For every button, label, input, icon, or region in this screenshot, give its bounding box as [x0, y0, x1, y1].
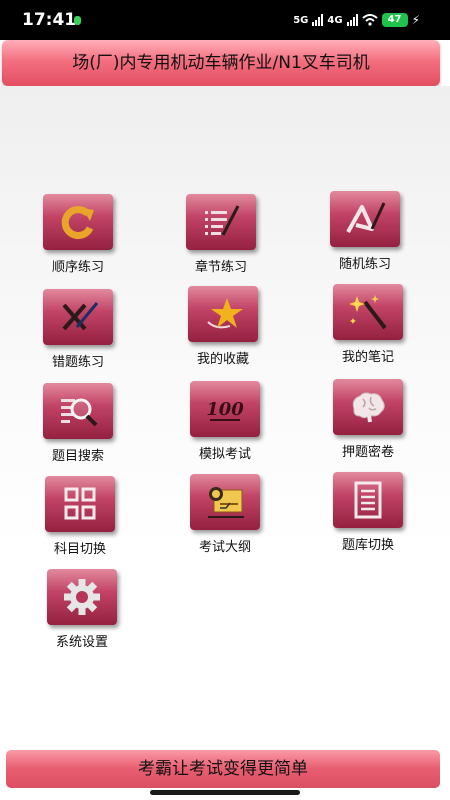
menu-mock-exam[interactable]: 100 模拟考试 — [170, 381, 280, 462]
home-indicator[interactable] — [150, 790, 300, 795]
svg-text:100: 100 — [206, 399, 244, 420]
tile[interactable] — [43, 289, 113, 345]
menu-label: 考试大纲 — [198, 540, 251, 555]
active-call-icon — [74, 16, 81, 25]
menu-switch-subject[interactable]: 科目切换 — [25, 476, 135, 557]
footer-banner: 考霸让考试变得更简单 — [6, 750, 440, 788]
menu-exam-outline[interactable]: 考试大纲 — [170, 474, 280, 555]
status-bar: 17:41 5G 4G 47 ⚡ — [0, 0, 450, 40]
tile[interactable] — [190, 474, 260, 530]
tile[interactable] — [47, 569, 117, 625]
wifi-icon — [361, 14, 378, 26]
magic-wand-icon — [349, 295, 387, 330]
menu-my-notes[interactable]: 我的笔记 — [313, 284, 423, 365]
network-type-2: 4G — [327, 14, 343, 26]
tile[interactable] — [333, 379, 403, 435]
menu-label: 我的笔记 — [341, 350, 394, 365]
random-pen-icon — [346, 202, 386, 233]
menu-label: 章节练习 — [194, 260, 247, 275]
document-list-icon — [354, 481, 382, 519]
grid-icon — [64, 487, 96, 520]
signal-icon-2 — [346, 14, 358, 26]
title-bar: 场(厂)内专用机动车辆作业/N1叉车司机 — [2, 40, 440, 86]
page-title: 场(厂)内专用机动车辆作业/N1叉车司机 — [72, 53, 370, 73]
menu-wrong-questions[interactable]: 错题练习 — [23, 289, 133, 370]
tile[interactable] — [45, 476, 115, 532]
signal-icon — [312, 14, 324, 26]
menu-grid: 顺序练习 章节练习 随机练习 错题练习 我的收藏 我的笔记 题目搜索 100 模… — [0, 86, 450, 750]
tile[interactable] — [333, 472, 403, 528]
tile[interactable] — [43, 383, 113, 439]
search-icon — [61, 398, 98, 427]
menu-random-practice[interactable]: 随机练习 — [310, 191, 420, 272]
tile[interactable] — [186, 194, 256, 250]
gear-icon — [64, 579, 100, 615]
menu-label: 题库切换 — [341, 538, 394, 553]
menu-label: 顺序练习 — [51, 260, 104, 275]
tile[interactable]: 100 — [190, 381, 260, 437]
brain-icon — [352, 392, 385, 423]
tile[interactable] — [188, 286, 258, 342]
menu-chapter-practice[interactable]: 章节练习 — [166, 194, 276, 275]
status-time: 17:41 — [22, 10, 77, 30]
menu-label: 模拟考试 — [198, 447, 251, 462]
menu-my-favorites[interactable]: 我的收藏 — [168, 286, 278, 367]
menu-label: 系统设置 — [55, 635, 108, 650]
menu-switch-question-bank[interactable]: 题库切换 — [313, 472, 423, 553]
network-type-1: 5G — [293, 14, 309, 26]
cross-pen-icon — [62, 302, 99, 331]
menu-label: 我的收藏 — [196, 352, 249, 367]
menu-label: 题目搜索 — [51, 449, 104, 464]
tile[interactable] — [330, 191, 400, 247]
tile[interactable] — [43, 194, 113, 250]
refresh-icon — [61, 206, 94, 240]
menu-predicted-papers[interactable]: 押题密卷 — [313, 379, 423, 460]
menu-question-search[interactable]: 题目搜索 — [23, 383, 133, 464]
menu-label: 押题密卷 — [341, 445, 394, 460]
charging-icon: ⚡ — [411, 13, 420, 27]
footer-slogan: 考霸让考试变得更简单 — [138, 759, 308, 779]
tile[interactable] — [333, 284, 403, 340]
battery-level: 47 — [381, 13, 408, 27]
menu-label: 科目切换 — [53, 542, 106, 557]
menu-label: 错题练习 — [51, 355, 104, 370]
score-100-icon: 100 — [206, 399, 244, 421]
outline-document-icon — [208, 487, 244, 518]
list-pen-icon — [205, 205, 240, 236]
status-indicators: 5G 4G 47 ⚡ — [293, 11, 420, 29]
menu-sequential-practice[interactable]: 顺序练习 — [23, 194, 133, 275]
star-icon — [207, 298, 243, 329]
menu-label: 随机练习 — [338, 257, 391, 272]
menu-system-settings[interactable]: 系统设置 — [27, 569, 137, 650]
